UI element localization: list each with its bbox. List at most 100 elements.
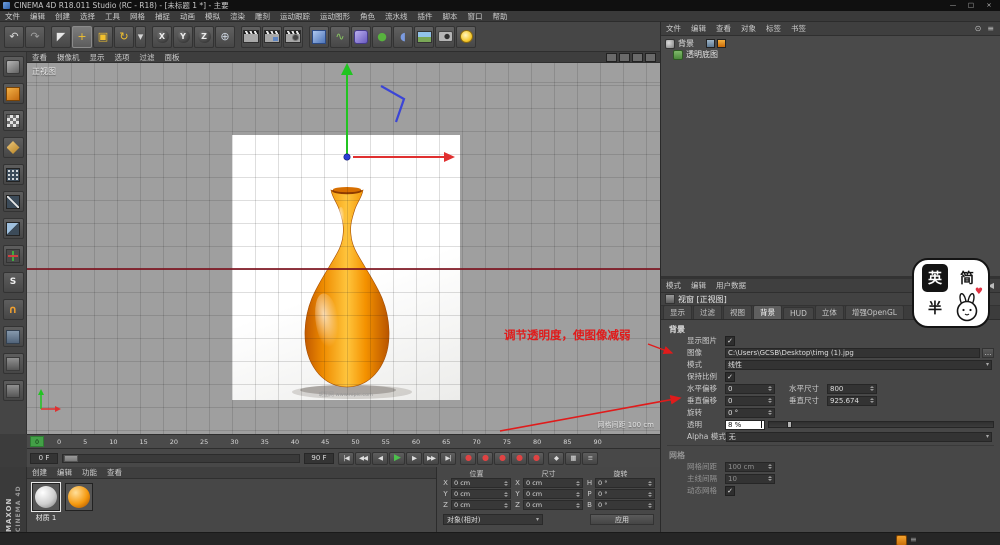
frame-slider[interactable] [62, 453, 300, 463]
attribute-menu-item[interactable]: 模式 [661, 280, 686, 291]
undo-button[interactable]: ↶ [4, 25, 24, 48]
object-manager-menu-item[interactable]: 标签 [761, 23, 786, 34]
h-size-field[interactable]: 800 [827, 383, 877, 394]
next-key-button[interactable]: ▶▶ [423, 451, 439, 465]
goto-end-button[interactable]: ▶| [440, 451, 456, 465]
material-thumbnail[interactable] [31, 482, 61, 512]
add-deformer-button[interactable]: ◖ [393, 25, 413, 48]
enable-snap-button[interactable]: ∩ [2, 299, 24, 320]
goto-start-button[interactable]: |◀ [338, 451, 354, 465]
viewport-layout-icon[interactable] [645, 52, 656, 62]
browse-button[interactable]: … [982, 347, 994, 358]
next-frame-button[interactable]: ▶ [406, 451, 422, 465]
coordinate-field[interactable]: 0 ° [595, 500, 655, 510]
material-menu-item[interactable]: 创建 [27, 467, 52, 478]
coordinate-system-button[interactable]: ⊕ [215, 25, 235, 48]
attribute-tab[interactable]: 背景 [753, 305, 782, 319]
menu-item[interactable]: 编辑 [25, 11, 50, 22]
points-mode-button[interactable] [2, 164, 24, 185]
menu-item[interactable]: 角色 [355, 11, 380, 22]
mode-select[interactable]: 线性 ▾ [725, 359, 992, 370]
coordinate-field[interactable]: 0 cm [523, 478, 583, 488]
transparency-slider-handle[interactable] [786, 421, 792, 428]
menu-item[interactable]: 模拟 [200, 11, 225, 22]
menu-item[interactable]: 脚本 [438, 11, 463, 22]
viewport-menu-item[interactable]: 查看 [27, 52, 52, 63]
add-mograph-button[interactable]: ● [372, 25, 392, 48]
dynamic-grid-checkbox[interactable]: ✓ [725, 485, 735, 496]
viewport-menu-item[interactable]: 摄像机 [52, 52, 85, 63]
add-camera-button[interactable] [435, 25, 455, 48]
add-light-button[interactable] [456, 25, 476, 48]
tool-history-button[interactable] [2, 353, 24, 374]
menu-item[interactable]: 窗口 [463, 11, 488, 22]
toolbar-button[interactable] [236, 26, 240, 48]
quick-tools-button[interactable] [2, 380, 24, 401]
coordinate-field[interactable]: 0 cm [451, 478, 511, 488]
attribute-tab[interactable]: 视图 [723, 305, 752, 319]
viewport-menu-item[interactable]: 选项 [110, 52, 135, 63]
viewport-menu-item[interactable]: 面板 [160, 52, 185, 63]
material-item[interactable] [64, 483, 94, 523]
viewport-layout-icon[interactable] [619, 52, 630, 62]
record-position-button[interactable]: ● [494, 451, 510, 465]
menu-item[interactable]: 选择 [75, 11, 100, 22]
object-manager[interactable]: 背景 透明底图 [661, 36, 1000, 276]
render-settings-button[interactable] [283, 25, 303, 48]
render-picture-viewer-button[interactable] [262, 25, 282, 48]
attribute-menu-item[interactable]: 编辑 [686, 280, 711, 291]
workplane-lock-button[interactable] [2, 326, 24, 347]
add-cube-button[interactable] [309, 25, 329, 48]
attribute-tab[interactable]: 显示 [663, 305, 692, 319]
viewport-menu-item[interactable]: 过滤 [135, 52, 160, 63]
filter-icon[interactable]: ≡ [984, 24, 997, 33]
polygons-mode-button[interactable] [2, 218, 24, 239]
grid-spacing-field[interactable]: 100 cm [725, 461, 775, 472]
menu-item[interactable]: 工具 [100, 11, 125, 22]
viewport-layout-icon[interactable] [606, 52, 617, 62]
menu-item[interactable]: 插件 [413, 11, 438, 22]
attribute-tab[interactable]: 过滤 [693, 305, 722, 319]
menu-item[interactable]: 网格 [125, 11, 150, 22]
status-menu-icon[interactable]: ≡ [910, 535, 917, 544]
menu-item[interactable]: 运动跟踪 [275, 11, 315, 22]
transparency-slider[interactable] [768, 421, 994, 428]
add-environment-button[interactable] [414, 25, 434, 48]
material-menu-item[interactable]: 查看 [102, 467, 127, 478]
status-badge-icon[interactable] [896, 535, 907, 545]
redo-button[interactable]: ↷ [25, 25, 45, 48]
coordinate-field[interactable]: 0 cm [451, 489, 511, 499]
edges-mode-button[interactable] [2, 191, 24, 212]
current-frame-marker[interactable]: 0 [30, 436, 44, 447]
enable-axis-button[interactable] [2, 245, 24, 266]
coordinate-field[interactable]: 0 cm [451, 500, 511, 510]
object-manager-menu-item[interactable]: 书签 [786, 23, 811, 34]
alpha-mode-select[interactable]: 无 ▾ [725, 431, 992, 442]
v-offset-field[interactable]: 0 [725, 395, 775, 406]
menu-item[interactable]: 帮助 [488, 11, 513, 22]
autokey-button[interactable]: ● [477, 451, 493, 465]
end-frame-field[interactable]: 90 F [304, 452, 334, 464]
prev-frame-button[interactable]: ◀ [372, 451, 388, 465]
prev-key-button[interactable]: ◀◀ [355, 451, 371, 465]
h-offset-field[interactable]: 0 [725, 383, 775, 394]
coordinate-field[interactable]: 0 ° [595, 489, 655, 499]
menu-item[interactable]: 渲染 [225, 11, 250, 22]
options-button[interactable]: ≡ [582, 451, 598, 465]
lock-z-axis-button[interactable]: Z [194, 25, 214, 48]
add-subdivision-button[interactable] [351, 25, 371, 48]
menu-item[interactable]: 创建 [50, 11, 75, 22]
viewport-layout-icon[interactable] [632, 52, 643, 62]
record-scale-button[interactable]: ● [511, 451, 527, 465]
maximize-button[interactable]: □ [963, 1, 979, 10]
attribute-tab[interactable]: 立体 [814, 305, 844, 319]
move-tool[interactable]: + [72, 25, 92, 48]
texture-tag-icon[interactable] [717, 39, 726, 48]
menu-item[interactable]: 运动图形 [315, 11, 355, 22]
lock-x-axis-button[interactable]: X [152, 25, 172, 48]
toolbar-button[interactable] [147, 26, 151, 48]
last-used-tool[interactable]: ▾ [135, 25, 146, 48]
workplane-mode-button[interactable] [2, 137, 24, 158]
frame-slider-handle[interactable] [64, 454, 78, 462]
viewport-menu-item[interactable]: 显示 [85, 52, 110, 63]
